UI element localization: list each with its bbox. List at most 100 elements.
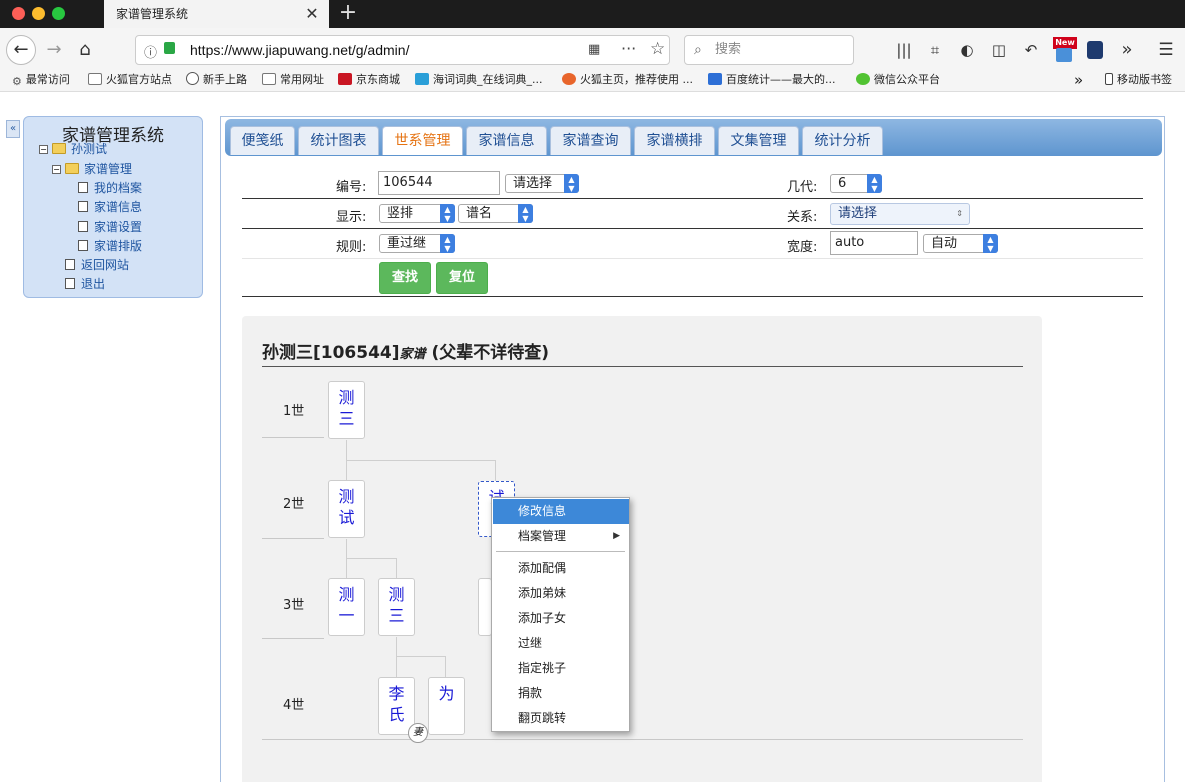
- tab-genealogy-info[interactable]: 家谱信息: [466, 126, 547, 155]
- bookmark-wechat[interactable]: 微信公众平台: [856, 70, 940, 92]
- collapse-node-icon[interactable]: −: [39, 145, 48, 154]
- generation-label: 1世: [283, 404, 305, 419]
- menu-item-archive[interactable]: 档案管理 ▶: [493, 524, 629, 549]
- id-select[interactable]: 请选择 ▲ ▼: [505, 174, 579, 193]
- palette-icon[interactable]: ◐: [953, 36, 981, 64]
- browser-tab-bar: 家谱管理系统 ✕ +: [0, 0, 1185, 28]
- menu-item-adopt[interactable]: 过继: [493, 631, 629, 656]
- hamburger-menu-icon[interactable]: ☰: [1152, 36, 1180, 64]
- bookmark-most-visited[interactable]: ⚙ 最常访问: [12, 70, 70, 92]
- menu-item-add-spouse[interactable]: 添加配偶: [493, 556, 629, 581]
- wechat-icon: [856, 73, 870, 85]
- menu-item-add-sibling[interactable]: 添加弟妹: [493, 581, 629, 606]
- relation-select[interactable]: 请选择 ⇕: [830, 203, 970, 225]
- bookmark-firefox-site[interactable]: 火狐官方站点: [88, 70, 172, 92]
- sidebar-item-settings[interactable]: 家谱设置: [78, 218, 142, 237]
- qr-code-icon[interactable]: ▦: [588, 42, 600, 57]
- chevron-updown-icon: ⇕: [956, 209, 963, 218]
- close-window-icon[interactable]: [12, 7, 25, 20]
- back-button[interactable]: ←: [6, 35, 36, 65]
- minimize-window-icon[interactable]: [32, 7, 45, 20]
- width-input[interactable]: auto: [830, 231, 918, 255]
- url-text[interactable]: https://www.jiapuwang.net/g/admin/: [190, 36, 409, 64]
- tab-query[interactable]: 家谱查询: [550, 126, 631, 155]
- crop-icon[interactable]: ⌗: [921, 36, 949, 64]
- generation-label: 2世: [283, 497, 305, 512]
- tree-root[interactable]: − 孙测试: [39, 140, 107, 159]
- person-card[interactable]: 为: [428, 677, 465, 735]
- tab-articles[interactable]: 文集管理: [718, 126, 799, 155]
- tab-horizontal[interactable]: 家谱横排: [634, 126, 715, 155]
- generation-label: 4世: [283, 698, 305, 713]
- bookmark-dict[interactable]: 海词词典_在线词典_...: [415, 70, 543, 92]
- generations-select[interactable]: 6 ▲ ▼: [830, 174, 882, 193]
- person-card[interactable]: 测三: [378, 578, 415, 636]
- bookmark-getting-started[interactable]: 新手上路: [186, 70, 247, 92]
- context-menu: 修改信息 档案管理 ▶ 添加配偶 添加弟妹 添加子女 过继 指定祧子 捐款 翻页跳…: [491, 497, 630, 732]
- chart-icon: [708, 73, 722, 85]
- reset-button[interactable]: 复位: [436, 262, 488, 294]
- menu-item-assign-heir[interactable]: 指定祧子: [493, 656, 629, 681]
- collapse-node-icon[interactable]: −: [52, 165, 61, 174]
- person-card[interactable]: 测一: [328, 578, 365, 636]
- chart-title-italic: 家谱: [399, 347, 426, 362]
- browser-tab[interactable]: 家谱管理系统: [104, 0, 329, 28]
- name-type-select[interactable]: 谱名 ▲ ▼: [458, 204, 533, 223]
- extension-icon[interactable]: [1056, 48, 1072, 62]
- bookmark-common-sites[interactable]: 常用网址: [262, 70, 324, 92]
- generations-label: 几代:: [787, 180, 818, 195]
- display-select[interactable]: 竖排 ▲ ▼: [379, 204, 455, 223]
- sidebar-icon[interactable]: ◫: [985, 36, 1013, 64]
- new-tab-button[interactable]: +: [336, 0, 360, 28]
- search-input[interactable]: ⌕ 搜索: [684, 35, 854, 65]
- sidebar-item-genealogy-info[interactable]: 家谱信息: [78, 198, 142, 217]
- sidebar-item-layout[interactable]: 家谱排版: [78, 237, 142, 256]
- library-icon[interactable]: |||: [890, 36, 918, 64]
- person-card[interactable]: 测试: [328, 480, 365, 538]
- menu-item-donate[interactable]: 捐款: [493, 681, 629, 706]
- sidebar-item-back-to-site[interactable]: 返回网站: [65, 256, 129, 275]
- address-bar[interactable]: ⓘ https://www.jiapuwang.net/g/admin/ ▦ ·…: [135, 35, 670, 65]
- stats-extension-icon[interactable]: [1087, 41, 1103, 59]
- sidebar-item-logout[interactable]: 退出: [65, 275, 105, 294]
- id-input[interactable]: 106544: [378, 171, 500, 195]
- generation-divider: [262, 638, 324, 639]
- menu-item-edit-info[interactable]: 修改信息: [493, 499, 629, 524]
- document-icon: [78, 240, 88, 251]
- collapse-sidebar-button[interactable]: «: [6, 120, 20, 138]
- display-label: 显示:: [336, 210, 367, 225]
- rule-select[interactable]: 重过继 ▲ ▼: [379, 234, 455, 253]
- bookmark-baidu-stats[interactable]: 百度统计——最大的...: [708, 70, 836, 92]
- overflow-menu-icon[interactable]: »: [1113, 36, 1141, 64]
- width-select[interactable]: 自动 ▲ ▼: [923, 234, 998, 253]
- document-icon: [78, 182, 88, 193]
- page-actions-icon[interactable]: ···: [621, 39, 636, 58]
- maximize-window-icon[interactable]: [52, 7, 65, 20]
- id-label: 编号:: [336, 180, 367, 195]
- menu-item-add-child[interactable]: 添加子女: [493, 606, 629, 631]
- close-tab-icon[interactable]: ✕: [302, 0, 322, 28]
- find-button[interactable]: 查找: [379, 262, 431, 294]
- browser-tab-title: 家谱管理系统: [116, 7, 189, 21]
- mobile-bookmarks[interactable]: 移动版书签: [1105, 70, 1172, 92]
- sidebar-item-my-profile[interactable]: 我的档案: [78, 179, 142, 198]
- bookmark-star-icon[interactable]: ☆: [650, 39, 665, 59]
- tab-notes[interactable]: 便笺纸: [230, 126, 295, 155]
- document-icon: [78, 201, 88, 212]
- bookmark-firefox-home[interactable]: 火狐主页，推荐使用 ...: [562, 70, 693, 92]
- connector: [396, 558, 397, 578]
- person-card[interactable]: 测三: [328, 381, 365, 439]
- tab-analysis[interactable]: 统计分析: [802, 126, 883, 155]
- tab-lineage[interactable]: 世系管理: [382, 126, 463, 155]
- bookmark-jd[interactable]: 京东商城: [338, 70, 400, 92]
- tree-group[interactable]: − 家谱管理: [52, 160, 132, 179]
- bookmarks-overflow-icon[interactable]: »: [1074, 70, 1083, 92]
- info-icon[interactable]: ⓘ: [144, 42, 157, 61]
- person-card-partial[interactable]: [478, 578, 492, 636]
- forward-button[interactable]: →: [40, 36, 68, 64]
- connector: [346, 558, 397, 559]
- menu-item-page-jump[interactable]: 翻页跳转: [493, 706, 629, 731]
- home-button[interactable]: ⌂: [71, 36, 99, 64]
- undo-icon[interactable]: ↶: [1017, 36, 1045, 64]
- tab-charts[interactable]: 统计图表: [298, 126, 379, 155]
